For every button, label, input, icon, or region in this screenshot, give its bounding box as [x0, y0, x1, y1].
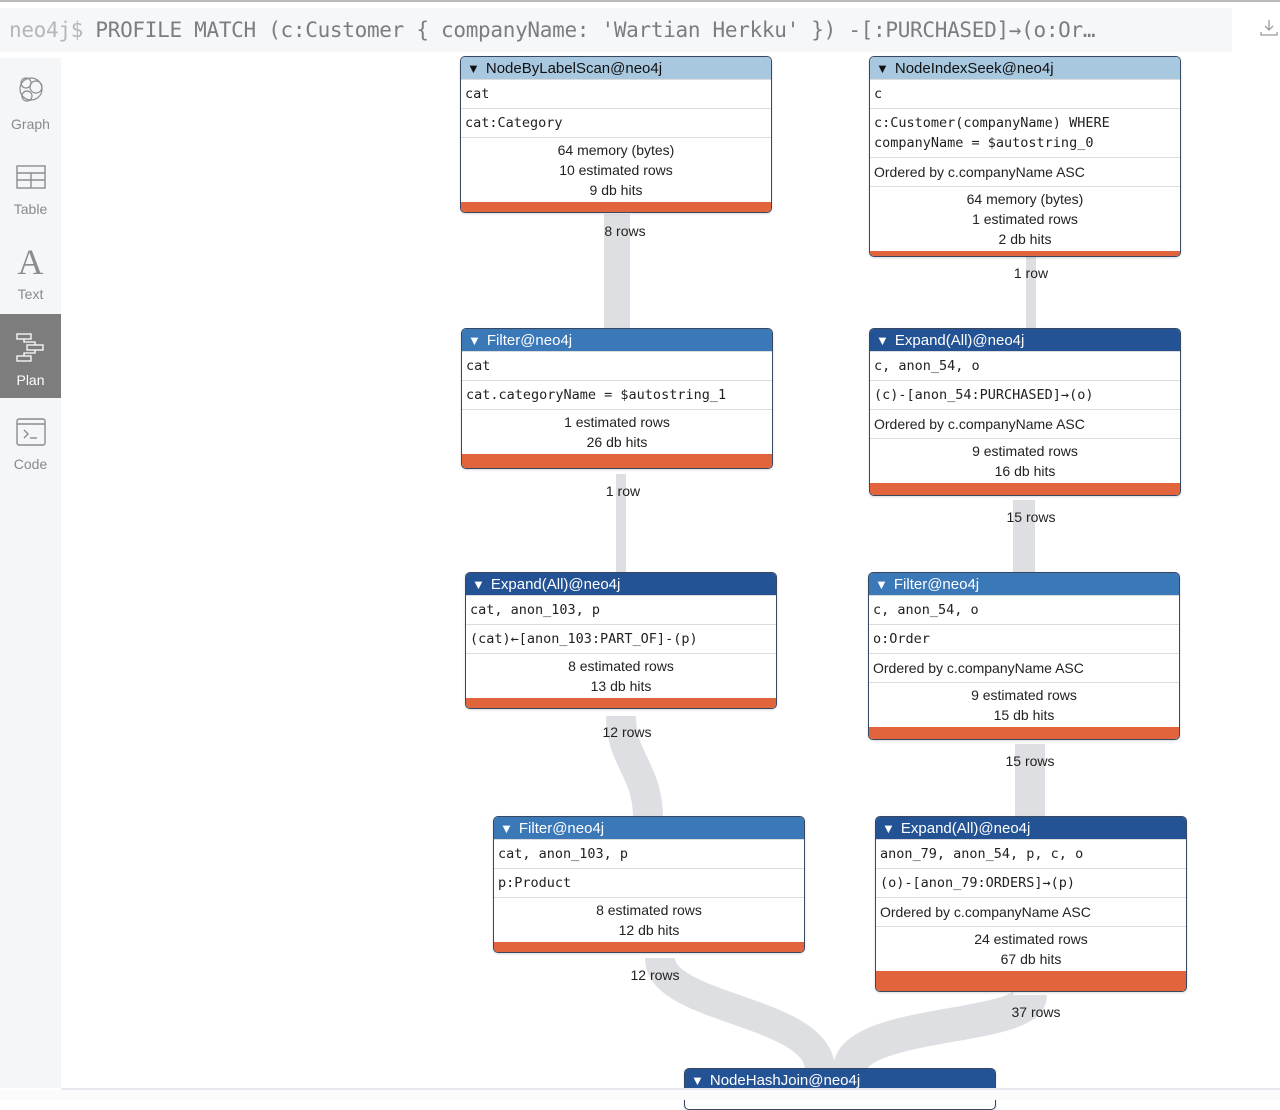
collapse-triangle-icon[interactable]: ▼ — [876, 61, 889, 76]
estimated-rows-stat: 9 estimated rows — [971, 687, 1077, 703]
cost-bar — [462, 454, 772, 468]
operator-title: Expand(All)@neo4j — [894, 331, 1025, 349]
operator-ordering: Ordered by c.companyName ASC — [870, 409, 1180, 438]
row-count-label: 1 row — [605, 483, 641, 499]
row-count-label: 1 row — [1013, 265, 1049, 281]
operator-stats: 8 estimated rows 13 db hits — [466, 653, 776, 698]
db-hits-stat: 12 db hits — [618, 922, 680, 938]
row-count-label: 15 rows — [1005, 753, 1055, 769]
row-count-label: 12 rows — [602, 724, 652, 740]
operator-title: Filter@neo4j — [518, 819, 605, 837]
operator-details: (cat)←[anon_103:PART_OF]-(p) — [466, 624, 776, 653]
operator-identifiers: cat — [462, 351, 772, 380]
collapse-triangle-icon[interactable]: ▼ — [875, 577, 888, 592]
operator-stats: 64 memory (bytes) 10 estimated rows 9 db… — [461, 137, 771, 202]
collapse-triangle-icon[interactable]: ▼ — [467, 61, 480, 76]
db-hits-stat: 26 db hits — [586, 434, 648, 450]
operator-header[interactable]: ▼ Expand(All)@neo4j — [870, 329, 1180, 351]
operator-title: Filter@neo4j — [893, 575, 980, 593]
row-count-label: 12 rows — [630, 967, 680, 983]
operator-details: c:Customer(companyName) WHERE companyNam… — [870, 108, 1180, 157]
operator-identifiers: cat, anon_103, p — [466, 595, 776, 624]
operator-ordering: Ordered by c.companyName ASC — [876, 897, 1186, 926]
operator-ordering: Ordered by c.companyName ASC — [870, 157, 1180, 186]
operator-stats: 9 estimated rows 15 db hits — [869, 682, 1179, 727]
operator-identifiers: anon_79, anon_54, p, c, o — [876, 839, 1186, 868]
plan-operator[interactable]: ▼ Filter@neo4j cat, anon_103, p p:Product… — [493, 816, 805, 953]
operator-header[interactable]: ▼ Filter@neo4j — [462, 329, 772, 351]
operator-title: Filter@neo4j — [486, 331, 573, 349]
db-hits-stat: 2 db hits — [998, 231, 1052, 247]
db-hits-stat: 9 db hits — [589, 182, 643, 198]
operator-identifiers: cat, anon_103, p — [494, 839, 804, 868]
db-hits-stat: 16 db hits — [994, 463, 1056, 479]
collapse-triangle-icon[interactable]: ▼ — [468, 333, 481, 348]
cost-bar — [494, 942, 804, 952]
collapse-triangle-icon[interactable]: ▼ — [691, 1073, 704, 1088]
operator-details: (o)-[anon_79:ORDERS]→(p) — [876, 868, 1186, 897]
estimated-rows-stat: 9 estimated rows — [972, 443, 1078, 459]
row-count-label: 8 rows — [604, 223, 646, 239]
db-hits-stat: 15 db hits — [993, 707, 1055, 723]
operator-stats: 1 estimated rows 26 db hits — [462, 409, 772, 454]
operator-stats: 24 estimated rows 67 db hits — [876, 926, 1186, 971]
plan-operator[interactable]: ▼ Expand(All)@neo4j cat, anon_103, p (cat… — [465, 572, 777, 709]
operator-header[interactable]: ▼ Filter@neo4j — [494, 817, 804, 839]
collapse-triangle-icon[interactable]: ▼ — [882, 821, 895, 836]
operator-identifiers: c, anon_54, o — [870, 351, 1180, 380]
operator-identifiers: c — [870, 79, 1180, 108]
operator-ordering: Ordered by c.companyName ASC — [869, 653, 1179, 682]
operator-stats: 8 estimated rows 12 db hits — [494, 897, 804, 942]
plan-operator[interactable]: ▼ Filter@neo4j c, anon_54, o o:Order Orde… — [868, 572, 1180, 740]
plan-operator[interactable]: ▼ Filter@neo4j cat cat.categoryName = $au… — [461, 328, 773, 469]
row-count-label: 37 rows — [1011, 1004, 1061, 1020]
memory-stat: 64 memory (bytes) — [966, 191, 1084, 207]
estimated-rows-stat: 10 estimated rows — [559, 162, 673, 178]
footer-area — [0, 1090, 1280, 1100]
operator-header[interactable]: ▼ Expand(All)@neo4j — [876, 817, 1186, 839]
operator-stats: 9 estimated rows 16 db hits — [870, 438, 1180, 483]
db-hits-stat: 13 db hits — [590, 678, 652, 694]
plan-operator[interactable]: ▼ NodeIndexSeek@neo4j c c:Customer(compan… — [869, 56, 1181, 257]
estimated-rows-stat: 8 estimated rows — [596, 902, 702, 918]
operator-stats: 64 memory (bytes) 1 estimated rows 2 db … — [870, 186, 1180, 251]
collapse-triangle-icon[interactable]: ▼ — [500, 821, 513, 836]
estimated-rows-stat: 1 estimated rows — [564, 414, 670, 430]
operator-title: NodeByLabelScan@neo4j — [485, 59, 663, 77]
cost-bar — [466, 698, 776, 708]
estimated-rows-stat: 1 estimated rows — [972, 211, 1078, 227]
operator-title: Expand(All)@neo4j — [900, 819, 1031, 837]
cost-bar — [869, 727, 1179, 739]
row-count-label: 15 rows — [1006, 509, 1056, 525]
estimated-rows-stat: 24 estimated rows — [974, 931, 1088, 947]
operator-header[interactable]: ▼ Expand(All)@neo4j — [466, 573, 776, 595]
plan-operator[interactable]: ▼ Expand(All)@neo4j anon_79, anon_54, p, … — [875, 816, 1187, 992]
operator-header[interactable]: ▼ Filter@neo4j — [869, 573, 1179, 595]
operator-title: Expand(All)@neo4j — [490, 575, 621, 593]
operator-identifiers: cat — [461, 79, 771, 108]
operator-details: cat.categoryName = $autostring_1 — [462, 380, 772, 409]
operator-header[interactable]: ▼ NodeByLabelScan@neo4j — [461, 57, 771, 79]
memory-stat: 64 memory (bytes) — [557, 142, 675, 158]
operator-details: o:Order — [869, 624, 1179, 653]
cost-bar — [870, 483, 1180, 495]
operator-title: NodeIndexSeek@neo4j — [894, 59, 1054, 77]
operator-title: NodeHashJoin@neo4j — [709, 1071, 861, 1089]
collapse-triangle-icon[interactable]: ▼ — [876, 333, 889, 348]
db-hits-stat: 67 db hits — [1000, 951, 1062, 967]
estimated-rows-stat: 8 estimated rows — [568, 658, 674, 674]
collapse-triangle-icon[interactable]: ▼ — [472, 577, 485, 592]
operator-details: p:Product — [494, 868, 804, 897]
plan-operator[interactable]: ▼ NodeByLabelScan@neo4j cat cat:Category … — [460, 56, 772, 213]
operator-header[interactable]: ▼ NodeIndexSeek@neo4j — [870, 57, 1180, 79]
operator-details: (c)-[anon_54:PURCHASED]→(o) — [870, 380, 1180, 409]
cost-bar — [870, 251, 1180, 256]
operator-details: cat:Category — [461, 108, 771, 137]
operator-identifiers: c, anon_54, o — [869, 595, 1179, 624]
cost-bar — [461, 202, 771, 212]
cost-bar — [876, 971, 1186, 991]
plan-operator[interactable]: ▼ Expand(All)@neo4j c, anon_54, o (c)-[an… — [869, 328, 1181, 496]
